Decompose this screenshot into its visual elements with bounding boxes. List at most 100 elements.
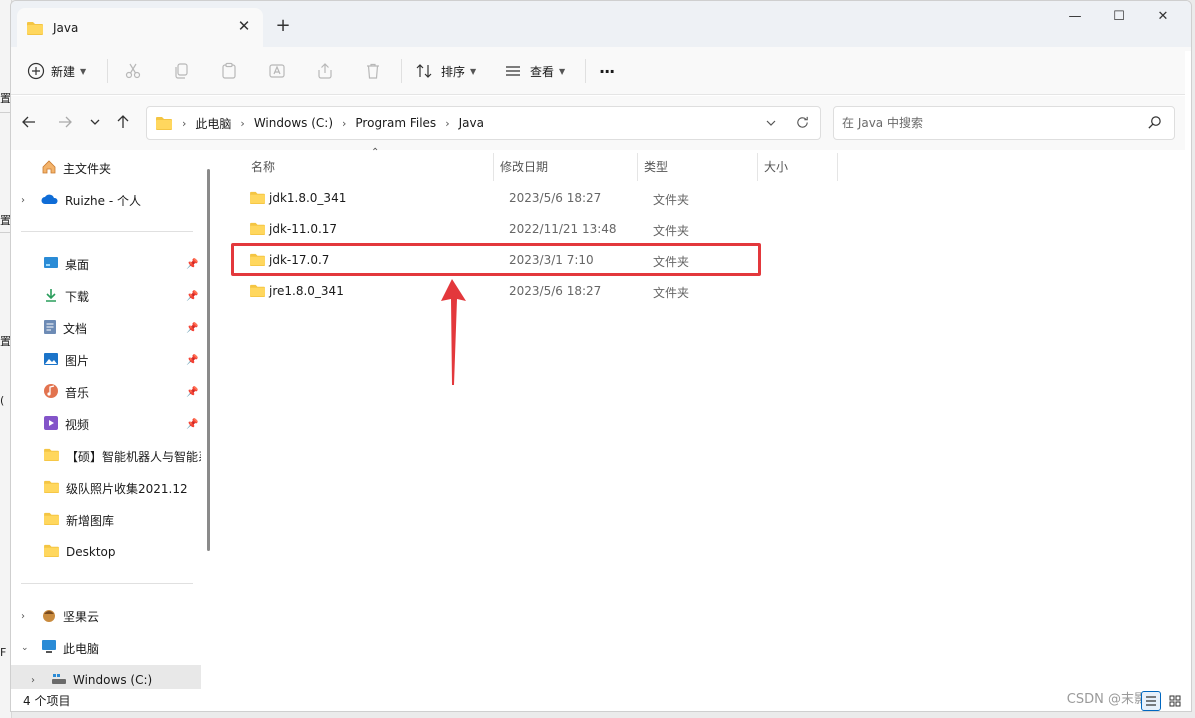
paste-icon[interactable] [217, 59, 241, 83]
close-window-button[interactable]: ✕ [1141, 5, 1185, 29]
video-icon [43, 415, 59, 434]
sidebar-item-label: 音乐 [65, 385, 90, 400]
rename-icon[interactable] [265, 59, 289, 83]
column-header-name[interactable]: 名称 [251, 151, 275, 181]
navigation-row: › 此电脑 › Windows (C:) › Program Files › J… [11, 96, 1191, 150]
tab-java[interactable]: Java ✕ [17, 8, 263, 47]
background-fragment: 置 [0, 92, 10, 105]
breadcrumb-windows-c[interactable]: Windows (C:) [254, 116, 333, 130]
chevron-down-icon[interactable]: ⌄ [21, 643, 29, 653]
table-row[interactable]: jdk1.8.0_341 2023/5/6 18:27 文件夹 [239, 183, 759, 213]
cut-icon[interactable] [121, 59, 145, 83]
sidebar-item-label: Desktop [66, 545, 116, 559]
background-fragment: 置 [0, 214, 10, 227]
chevron-right-icon[interactable]: › [21, 611, 25, 622]
back-arrow-icon[interactable] [17, 110, 41, 134]
file-type: 文件夹 [653, 224, 690, 238]
breadcrumb-program-files[interactable]: Program Files [355, 116, 436, 130]
tiles-view-button[interactable] [1165, 691, 1185, 711]
sidebar-item-videos[interactable]: 视频 📌 [11, 409, 201, 439]
sidebar-item-home[interactable]: 主文件夹 [11, 153, 201, 183]
column-header-size[interactable]: 大小 [764, 151, 788, 181]
sidebar-item-this-pc[interactable]: ⌄ 此电脑 [11, 633, 201, 663]
sort-button[interactable]: 排序 ▼ [415, 57, 476, 85]
sidebar-item-documents[interactable]: 文档 📌 [11, 313, 201, 343]
search-box[interactable] [833, 106, 1175, 140]
view-button[interactable]: 查看 ▼ [504, 57, 565, 85]
breadcrumb-java[interactable]: Java [459, 116, 484, 130]
up-arrow-icon[interactable] [111, 110, 135, 134]
chevron-right-icon[interactable]: › [31, 675, 35, 686]
sidebar-item-desktop[interactable]: 桌面 📌 [11, 249, 201, 279]
column-divider[interactable] [637, 153, 638, 181]
more-options-button[interactable]: ··· [599, 57, 615, 85]
close-tab-icon[interactable]: ✕ [235, 17, 253, 35]
minimize-button[interactable]: — [1053, 5, 1097, 29]
sidebar-item-label: 坚果云 [63, 609, 100, 624]
refresh-icon[interactable] [795, 115, 810, 133]
table-row[interactable]: jdk-11.0.17 2022/11/21 13:48 文件夹 [239, 214, 759, 244]
search-input[interactable] [842, 114, 1122, 132]
sidebar-item-downloads[interactable]: 下载 📌 [11, 281, 201, 311]
column-divider[interactable] [493, 153, 494, 181]
chevron-right-icon[interactable]: › [342, 117, 346, 130]
highlight-box [231, 243, 761, 276]
sidebar-item-folder[interactable]: 新增图库 [11, 505, 201, 535]
file-name: jdk1.8.0_341 [269, 191, 347, 205]
file-name: jdk-11.0.17 [269, 222, 338, 236]
picture-icon [43, 352, 59, 369]
navigation-pane: 主文件夹 › Ruizhe - 个人 桌面 📌 下载 📌 文档 📌 图片 📌 音… [11, 151, 217, 689]
new-button[interactable]: 新建 ▼ [27, 57, 86, 85]
pin-icon: 📌 [186, 386, 199, 398]
view-list-icon [506, 66, 520, 76]
desktop-icon [43, 256, 59, 273]
address-history-icon[interactable] [765, 117, 777, 132]
delete-icon[interactable] [361, 59, 385, 83]
sidebar-item-folder[interactable]: Desktop [11, 537, 201, 567]
chevron-down-icon: ▼ [559, 66, 566, 76]
folder-icon [43, 448, 60, 464]
sidebar-item-nutstore[interactable]: › 坚果云 [11, 601, 201, 631]
new-button-label: 新建 [51, 64, 76, 79]
sidebar-item-label: Ruizhe - 个人 [65, 193, 141, 208]
share-icon[interactable] [313, 59, 337, 83]
new-tab-button[interactable]: + [272, 15, 294, 37]
chevron-right-icon[interactable]: › [21, 195, 25, 206]
address-bar[interactable]: › 此电脑 › Windows (C:) › Program Files › J… [146, 106, 821, 140]
sidebar-item-pictures[interactable]: 图片 📌 [11, 345, 201, 375]
details-view-button[interactable] [1141, 691, 1161, 711]
column-header-type[interactable]: 类型 [644, 151, 668, 181]
breadcrumb-this-pc[interactable]: 此电脑 [195, 115, 231, 132]
file-date: 2023/5/6 18:27 [509, 191, 602, 205]
sidebar-item-music[interactable]: 音乐 📌 [11, 377, 201, 407]
drive-icon [51, 673, 67, 688]
sidebar-item-folder[interactable]: 【硕】智能机器人与智能系 [11, 441, 201, 471]
folder-icon [250, 222, 265, 235]
folder-icon [250, 284, 265, 297]
pin-icon: 📌 [186, 290, 199, 302]
sidebar-item-label: 【硕】智能机器人与智能系 [66, 449, 201, 464]
chevron-right-icon[interactable]: › [240, 117, 244, 130]
chevron-right-icon[interactable]: › [445, 117, 449, 130]
recent-locations-icon[interactable] [83, 110, 107, 134]
file-name: jre1.8.0_341 [269, 284, 344, 298]
maximize-button[interactable]: ☐ [1097, 5, 1141, 29]
search-icon[interactable] [1147, 115, 1162, 133]
forward-arrow-icon[interactable] [53, 110, 77, 134]
sidebar-item-onedrive[interactable]: › Ruizhe - 个人 [11, 185, 201, 215]
table-row[interactable]: jre1.8.0_341 2023/5/6 18:27 文件夹 [239, 276, 759, 306]
sidebar-item-windows-c[interactable]: › Windows (C:) [11, 665, 201, 689]
chevron-down-icon: ▼ [80, 66, 87, 76]
download-icon [43, 287, 59, 306]
item-count: 4 个项目 [23, 694, 71, 708]
sidebar-scrollbar[interactable] [207, 169, 210, 551]
column-divider[interactable] [757, 153, 758, 181]
pin-icon: 📌 [186, 322, 199, 334]
folder-icon [250, 191, 265, 204]
copy-icon[interactable] [169, 59, 193, 83]
sidebar-item-folder[interactable]: 级队照片收集2021.12 [11, 473, 201, 503]
column-divider[interactable] [837, 153, 838, 181]
sidebar-divider [21, 231, 193, 232]
column-header-date[interactable]: 修改日期 [500, 151, 548, 181]
pin-icon: 📌 [186, 258, 199, 270]
